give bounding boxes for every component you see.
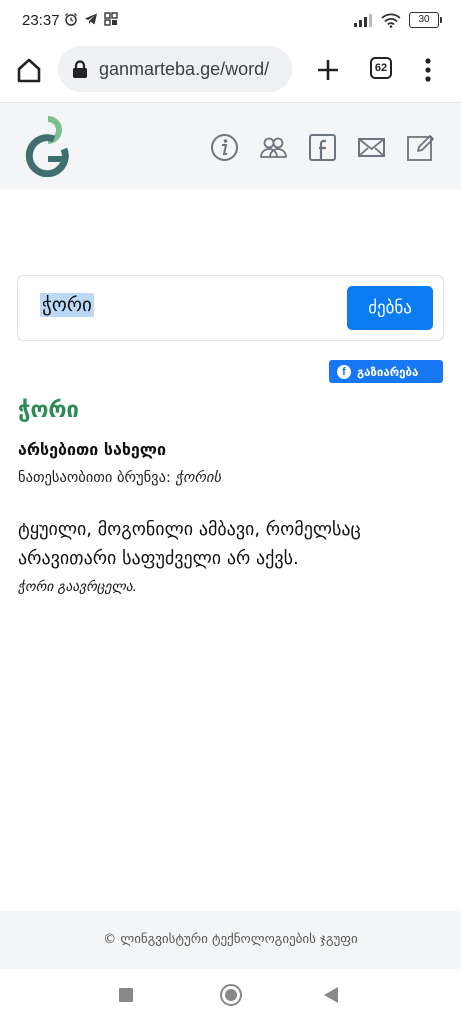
users-icon[interactable]	[259, 133, 288, 162]
status-time: 23:37	[22, 12, 60, 29]
genitive-form: ნათესაობითი ბრუნვა: ჭორის	[18, 470, 221, 486]
lock-icon	[73, 60, 87, 78]
url-text: ganmarteba.ge/word/	[99, 59, 270, 79]
home-icon[interactable]	[14, 55, 44, 85]
genitive-label: ნათესაობითი ბრუნვა:	[18, 470, 171, 486]
battery-icon: 30	[409, 12, 442, 28]
part-of-speech: არსებითი სახელი	[18, 440, 166, 459]
entry-definition: ტყუილი, მოგონილი ამბავი, რომელსაც არავით…	[18, 519, 361, 569]
facebook-icon[interactable]	[308, 133, 337, 162]
header-nav-icons	[210, 133, 435, 162]
edit-icon[interactable]	[406, 133, 435, 162]
site-logo[interactable]	[24, 115, 72, 177]
back-icon[interactable]	[324, 987, 338, 1003]
signal-icon	[354, 14, 372, 27]
facebook-logo-icon: f	[337, 364, 351, 379]
tab-switcher-button[interactable]: 62	[370, 57, 392, 79]
genitive-value: ჭორის	[175, 470, 222, 486]
footer-copyright: © ლინგვისტური ტექნოლოგიების ჯგუფი	[103, 932, 358, 947]
alarm-icon	[65, 13, 77, 26]
recents-icon[interactable]	[119, 988, 133, 1002]
wifi-icon	[381, 13, 401, 28]
home-circle-icon[interactable]	[220, 984, 242, 1006]
info-icon[interactable]	[210, 133, 239, 162]
search-form: ჭორი ძებნა	[17, 275, 444, 341]
system-navigation-bar	[0, 969, 461, 1024]
status-right-icons: 30	[353, 12, 442, 28]
site-header	[0, 102, 461, 190]
new-tab-icon[interactable]	[314, 56, 342, 84]
status-left-icons	[64, 12, 118, 26]
browser-toolbar: ganmarteba.ge/word/ 62	[0, 44, 461, 96]
site-footer: © ლინგვისტური ტექნოლოგიების ჯგუფი	[0, 911, 461, 969]
apps-grid-icon	[104, 12, 118, 26]
search-button[interactable]: ძებნა	[347, 286, 433, 330]
search-input[interactable]: ჭორი	[40, 293, 94, 324]
address-bar[interactable]: ganmarteba.ge/word/	[58, 46, 292, 92]
share-label: გაზიარება	[357, 364, 419, 379]
search-query: ჭორი	[40, 293, 94, 317]
facebook-share-button[interactable]: f გაზიარება	[329, 360, 443, 383]
entry-headword: ჭორი	[18, 398, 79, 423]
mail-icon[interactable]	[357, 133, 386, 162]
status-bar: 23:37 30	[0, 0, 461, 44]
overflow-menu-icon[interactable]	[418, 56, 438, 84]
usage-example: ჭორი გაავრცელა.	[18, 579, 137, 595]
telegram-icon	[85, 13, 97, 25]
